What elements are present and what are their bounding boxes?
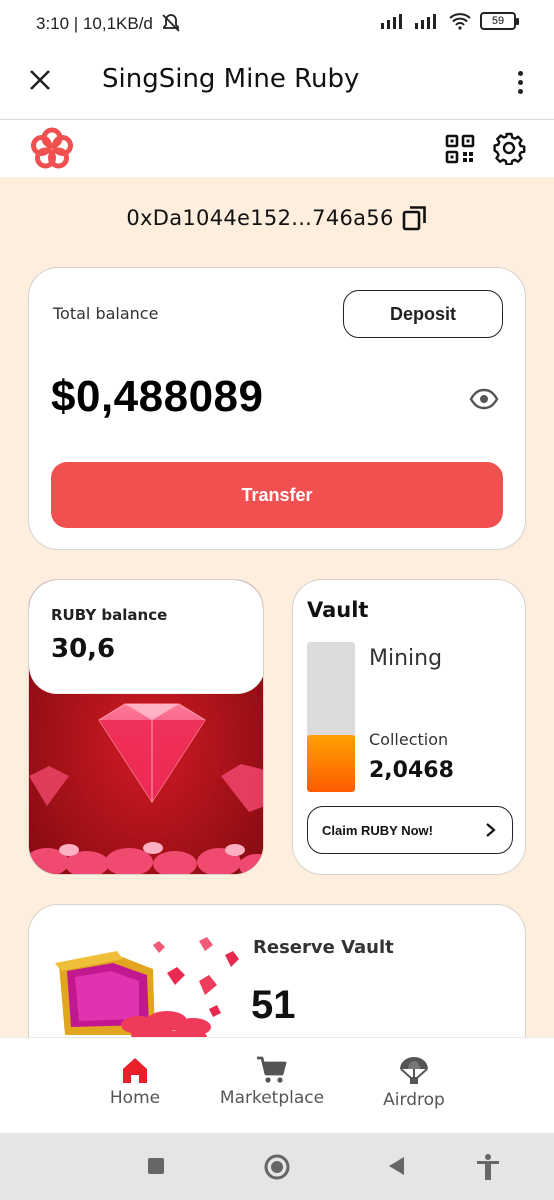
- eye-icon[interactable]: [469, 388, 499, 414]
- claim-ruby-button[interactable]: Claim RUBY Now!: [307, 806, 513, 854]
- vault-title: Vault: [307, 598, 369, 622]
- battery-icon: 59: [480, 12, 519, 30]
- collection-value: 2,0468: [369, 758, 454, 783]
- reserve-vault-value: 51: [251, 983, 296, 1027]
- nav-item-airdrop[interactable]: Airdrop: [372, 1056, 456, 1110]
- nav-label-marketplace: Marketplace: [219, 1088, 325, 1108]
- treasure-chest-image: [55, 937, 239, 1037]
- main-content: 0xDa1044e152...746a56 Total balance Depo…: [0, 177, 554, 1037]
- triangle-back-icon: [389, 1157, 404, 1175]
- system-navigation-bar: [0, 1133, 554, 1200]
- web-header: [0, 121, 554, 177]
- reserve-vault-card[interactable]: Reserve Vault 51: [28, 904, 526, 1037]
- wallet-address: 0xDa1044e152...746a56: [126, 206, 394, 230]
- total-balance-card: Total balance Deposit $0,488089 Transfer: [28, 267, 526, 550]
- square-icon: [148, 1158, 164, 1174]
- transfer-button[interactable]: Transfer: [51, 462, 503, 528]
- qr-scan-button[interactable]: [444, 133, 476, 169]
- brand-logo[interactable]: [28, 125, 76, 177]
- copy-icon[interactable]: [402, 205, 428, 231]
- bottom-navigation: Home Marketplace Airdrop: [0, 1037, 554, 1133]
- claim-ruby-label: Claim RUBY Now!: [322, 822, 433, 838]
- back-button[interactable]: [386, 1153, 406, 1183]
- cart-icon: [257, 1056, 287, 1083]
- nav-item-marketplace[interactable]: Marketplace: [212, 1056, 332, 1108]
- ruby-balance-header: RUBY balance 30,6: [29, 580, 263, 694]
- settings-button[interactable]: [492, 131, 526, 169]
- parachute-icon: [400, 1057, 428, 1084]
- reserve-vault-title: Reserve Vault: [253, 937, 394, 958]
- app-title: SingSing Mine Ruby: [102, 64, 360, 94]
- qr-code-icon: [445, 134, 475, 164]
- nav-label-airdrop: Airdrop: [383, 1090, 445, 1110]
- ruby-balance-card[interactable]: RUBY balance 30,6: [28, 579, 264, 875]
- ruby-balance-label: RUBY balance: [51, 606, 168, 624]
- chevron-right-icon: [486, 823, 496, 837]
- more-dot: [517, 70, 523, 76]
- notifications-off-icon: [160, 12, 182, 38]
- more-dot: [517, 88, 523, 94]
- accessibility-icon: [477, 1154, 499, 1180]
- close-icon: [30, 70, 50, 90]
- more-dot: [517, 79, 523, 85]
- close-button[interactable]: [22, 62, 58, 98]
- nav-label-home: Home: [109, 1088, 161, 1108]
- status-time: 3:10 | 10,1KB/d: [36, 14, 153, 33]
- home-system-button[interactable]: [263, 1153, 291, 1185]
- gear-icon: [493, 132, 526, 166]
- app-bar: SingSing Mine Ruby: [0, 48, 554, 120]
- mining-label: Mining: [369, 646, 443, 671]
- more-options-button[interactable]: [506, 64, 534, 100]
- nav-item-home[interactable]: Home: [96, 1056, 174, 1108]
- signal-icon-2: [415, 14, 436, 29]
- status-bar: 3:10 | 10,1KB/d 59: [0, 0, 554, 48]
- vault-card: Vault Mining Collection 2,0468 Claim RUB…: [292, 579, 526, 875]
- signal-icon: [381, 14, 402, 29]
- mining-progress-bar: [307, 642, 355, 792]
- home-icon: [123, 1058, 147, 1083]
- collection-label: Collection: [369, 730, 449, 749]
- total-balance-value: $0,488089: [51, 372, 264, 421]
- circle-icon: [264, 1154, 290, 1180]
- ruby-balance-value: 30,6: [51, 634, 116, 664]
- deposit-button[interactable]: Deposit: [343, 290, 503, 338]
- status-icons: 59: [380, 12, 519, 30]
- mining-progress-fill: [307, 735, 355, 792]
- accessibility-button[interactable]: [474, 1153, 502, 1185]
- total-balance-label: Total balance: [53, 304, 159, 323]
- wallet-address-row[interactable]: 0xDa1044e152...746a56: [0, 205, 554, 231]
- wifi-icon: [449, 13, 471, 30]
- recents-button[interactable]: [146, 1153, 166, 1183]
